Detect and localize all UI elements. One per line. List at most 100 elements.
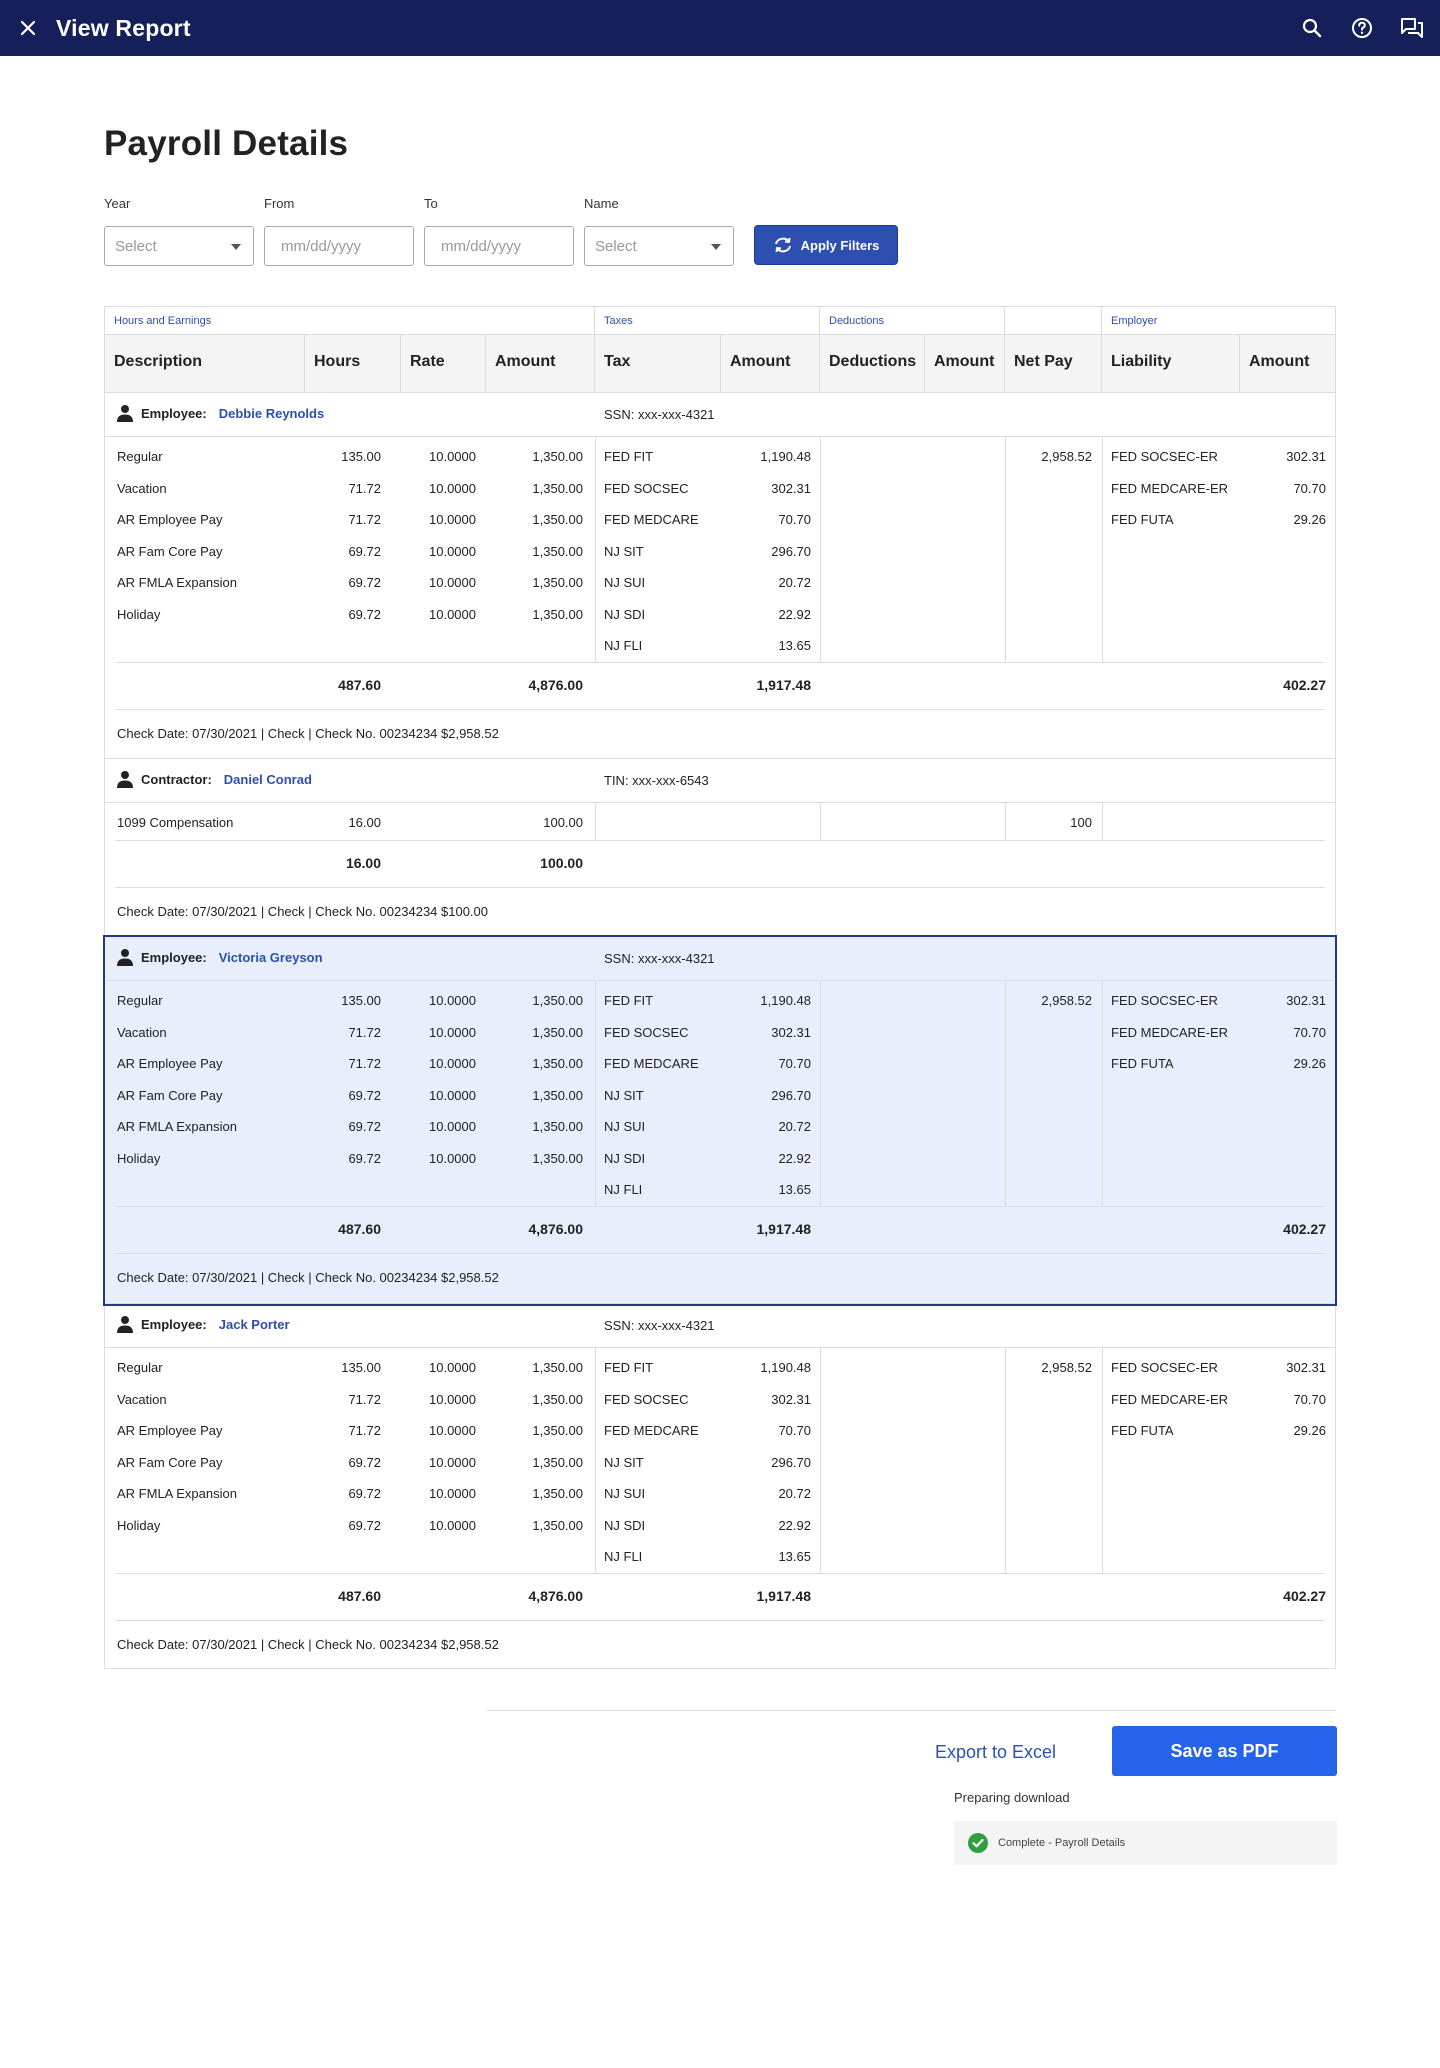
tax-amount: 302.31 [771, 1391, 811, 1407]
col-liability[interactable]: Liability [1102, 335, 1240, 393]
tax-name: FED FIT [604, 993, 654, 1008]
col-hours[interactable]: Hours [305, 335, 401, 393]
group-employer: Employer [1102, 307, 1335, 335]
record-role: Employee: [141, 405, 207, 421]
earning-amount: 1,350.00 [532, 1486, 583, 1501]
record-person-name-link[interactable]: Jack Porter [219, 1317, 290, 1332]
earning-rate: 10.0000 [429, 449, 476, 464]
total-liability-amount: 402.27 [1283, 1220, 1326, 1237]
record-person-name-link[interactable]: Victoria Greyson [219, 950, 323, 965]
earning-hours: 71.72 [348, 512, 381, 527]
liability-name: FED SOCSEC-ER [1111, 993, 1218, 1008]
column-separator [820, 437, 821, 662]
tax-amount: 22.92 [778, 1150, 811, 1166]
tax-amount: 1,190.48 [760, 993, 811, 1008]
col-net-pay[interactable]: Net Pay [1005, 335, 1102, 393]
tax-name: FED FIT [604, 1360, 654, 1375]
earning-description: Vacation [117, 1024, 167, 1040]
col-tax[interactable]: Tax [595, 335, 721, 393]
total-earnings-amount: 4,876.00 [528, 676, 584, 693]
help-button[interactable] [1344, 10, 1380, 46]
group-deductions: Deductions [820, 307, 1005, 335]
earning-rate: 10.0000 [429, 480, 476, 496]
payroll-record[interactable]: Employee: Jack Porter SSN: xxx-xxx-4321 Reg… [105, 1304, 1335, 1670]
col-rate[interactable]: Rate [401, 335, 486, 393]
record-person: Contractor: Daniel Conrad [117, 770, 312, 788]
record-person-name-link[interactable]: Daniel Conrad [224, 772, 312, 787]
search-icon [1302, 18, 1322, 38]
totals-divider [115, 1572, 1325, 1574]
download-complete-label: Complete - Payroll Details [998, 1837, 1126, 1849]
earning-amount: 100.00 [543, 815, 583, 830]
person-icon [117, 771, 133, 788]
year-select[interactable]: Select [104, 226, 254, 266]
record-role: Contractor: [141, 771, 212, 787]
from-date-input[interactable]: mm/dd/yyyy [264, 226, 414, 266]
col-tax-amount[interactable]: Amount [721, 335, 820, 393]
total-earnings-amount: 4,876.00 [528, 1220, 584, 1237]
column-separator [595, 1348, 596, 1573]
col-liability-amount[interactable]: Amount [1240, 335, 1335, 393]
earning-amount: 1,350.00 [532, 1056, 583, 1071]
total-tax-amount: 1,917.48 [756, 676, 812, 693]
earning-rate: 10.0000 [429, 1119, 476, 1134]
record-role: Employee: [141, 1316, 207, 1332]
check-circle-icon [968, 1833, 988, 1853]
record-person-name-link[interactable]: Debbie Reynolds [219, 406, 324, 421]
close-button[interactable] [0, 0, 56, 56]
earning-hours: 71.72 [348, 1024, 381, 1040]
year-select-value: Select [115, 237, 157, 255]
liability-amount: 70.70 [1293, 1391, 1326, 1407]
from-filter: From mm/dd/yyyy [264, 196, 414, 266]
column-separator [1102, 437, 1103, 662]
close-icon [20, 20, 36, 36]
earning-description: Holiday [117, 1517, 161, 1533]
earning-description: 1099 Compensation [117, 815, 234, 830]
tax-amount: 13.65 [778, 1182, 811, 1197]
top-app-bar: View Report [0, 0, 1440, 56]
liability-name: FED SOCSEC-ER [1111, 449, 1218, 464]
refresh-icon [774, 237, 791, 253]
record-tax-id: SSN: xxx-xxx-4321 [604, 407, 715, 422]
earning-description: Vacation [117, 1391, 167, 1407]
earning-description: AR FMLA Expansion [117, 575, 237, 590]
earning-hours: 69.72 [348, 1119, 381, 1134]
liability-name: FED FUTA [1111, 1423, 1174, 1438]
export-excel-link[interactable]: Export to Excel [935, 1742, 1056, 1763]
apply-filters-button[interactable]: Apply Filters [754, 225, 898, 265]
earning-amount: 1,350.00 [532, 1454, 583, 1470]
tax-amount: 302.31 [771, 480, 811, 496]
payroll-record[interactable]: Contractor: Daniel Conrad TIN: xxx-xxx-654… [105, 759, 1335, 937]
col-deductions[interactable]: Deductions [820, 335, 925, 393]
total-liability-amount: 402.27 [1283, 1587, 1326, 1604]
earning-amount: 1,350.00 [532, 1423, 583, 1438]
chat-button[interactable] [1394, 10, 1430, 46]
tax-amount: 22.92 [778, 1517, 811, 1533]
search-button[interactable] [1294, 10, 1330, 46]
payroll-report-table: Hours and Earnings Taxes Deductions Empl… [103, 306, 1337, 1670]
earning-rate: 10.0000 [429, 1423, 476, 1438]
check-info: Check Date: 07/30/2021 | Check | Check N… [117, 903, 489, 919]
tax-amount: 302.31 [771, 1024, 811, 1040]
from-label: From [264, 196, 295, 211]
save-pdf-button[interactable]: Save as PDF [1112, 1726, 1337, 1776]
col-description[interactable]: Description [105, 335, 305, 393]
earning-description: Regular [117, 1360, 163, 1375]
earning-description: AR Employee Pay [117, 1056, 223, 1071]
tax-name: NJ SIT [604, 1454, 644, 1470]
name-select[interactable]: Select [584, 226, 734, 266]
column-separator [595, 981, 596, 1206]
col-amount[interactable]: Amount [486, 335, 595, 393]
tax-amount: 13.65 [778, 1549, 811, 1564]
payroll-record[interactable]: Employee: Debbie Reynolds SSN: xxx-xxx-432… [105, 393, 1335, 759]
liability-amount: 29.26 [1293, 1423, 1326, 1438]
group-taxes: Taxes [595, 307, 820, 335]
payroll-record[interactable]: Employee: Victoria Greyson SSN: xxx-xxx-43… [103, 935, 1337, 1306]
col-deduction-amount[interactable]: Amount [925, 335, 1005, 393]
to-date-input[interactable]: mm/dd/yyyy [424, 226, 574, 266]
earning-hours: 69.72 [348, 606, 381, 622]
liability-amount: 302.31 [1286, 1360, 1326, 1375]
record-role: Employee: [141, 949, 207, 965]
earning-hours: 135.00 [341, 993, 381, 1008]
apply-filters-label: Apply Filters [800, 237, 880, 253]
